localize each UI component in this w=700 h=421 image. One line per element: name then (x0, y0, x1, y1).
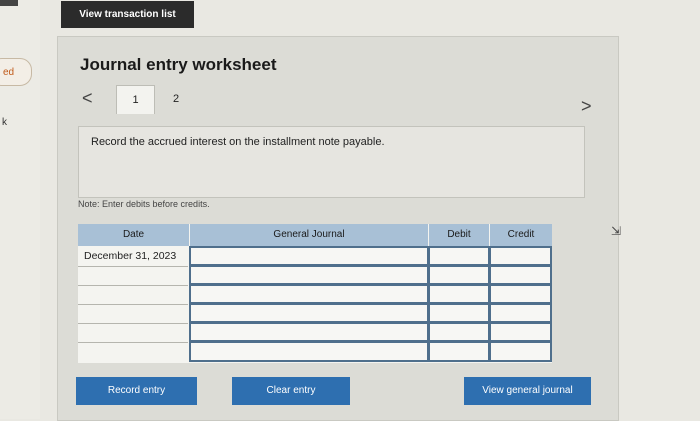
account-input[interactable] (189, 322, 429, 342)
view-transaction-list-button[interactable]: View transaction list (61, 1, 194, 28)
account-input[interactable] (189, 265, 429, 285)
column-header-credit: Credit (490, 224, 552, 246)
record-entry-button[interactable]: Record entry (76, 377, 197, 405)
note-text: Note: Enter debits before credits. (78, 199, 210, 209)
side-pill[interactable]: ed (0, 58, 32, 86)
page-title: Journal entry worksheet (80, 55, 277, 74)
prev-arrow-icon[interactable]: < (82, 88, 93, 109)
account-input[interactable] (189, 341, 429, 362)
clear-entry-button[interactable]: Clear entry (232, 377, 350, 405)
table-row-date: December 31, 2023 (84, 250, 177, 262)
row-divider (78, 342, 188, 343)
account-input[interactable] (189, 284, 429, 304)
column-header-debit: Debit (429, 224, 489, 246)
side-tab (0, 0, 18, 6)
account-input[interactable] (189, 246, 429, 266)
row-divider (78, 323, 188, 324)
debit-input[interactable] (428, 246, 490, 266)
side-label: k (2, 117, 7, 128)
next-arrow-icon[interactable]: > (581, 96, 592, 117)
column-header-general-journal: General Journal (190, 224, 428, 246)
journal-table: Date General Journal Debit Credit Decemb… (78, 224, 552, 363)
row-divider (78, 266, 188, 267)
tab-2[interactable]: 2 (160, 85, 192, 113)
debit-input[interactable] (428, 284, 490, 304)
debit-input[interactable] (428, 322, 490, 342)
column-header-date: Date (78, 224, 189, 246)
credit-input[interactable] (489, 265, 552, 285)
credit-input[interactable] (489, 341, 552, 362)
instruction-text: Record the accrued interest on the insta… (91, 136, 385, 148)
credit-input[interactable] (489, 284, 552, 304)
row-divider (78, 304, 188, 305)
view-general-journal-button[interactable]: View general journal (464, 377, 591, 405)
debit-input[interactable] (428, 303, 490, 323)
cursor-icon: ⇲ (611, 224, 622, 238)
debit-input[interactable] (428, 341, 490, 362)
credit-input[interactable] (489, 303, 552, 323)
credit-input[interactable] (489, 246, 552, 266)
account-input[interactable] (189, 303, 429, 323)
tab-1[interactable]: 1 (116, 85, 155, 114)
row-divider (78, 285, 188, 286)
debit-input[interactable] (428, 265, 490, 285)
credit-input[interactable] (489, 322, 552, 342)
